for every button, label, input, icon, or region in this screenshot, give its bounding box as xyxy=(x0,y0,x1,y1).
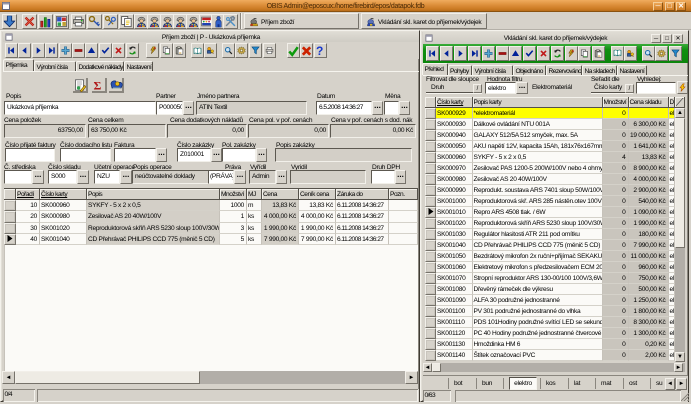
svg-text:?: ? xyxy=(316,45,323,57)
svg-text:Σ: Σ xyxy=(94,79,102,91)
